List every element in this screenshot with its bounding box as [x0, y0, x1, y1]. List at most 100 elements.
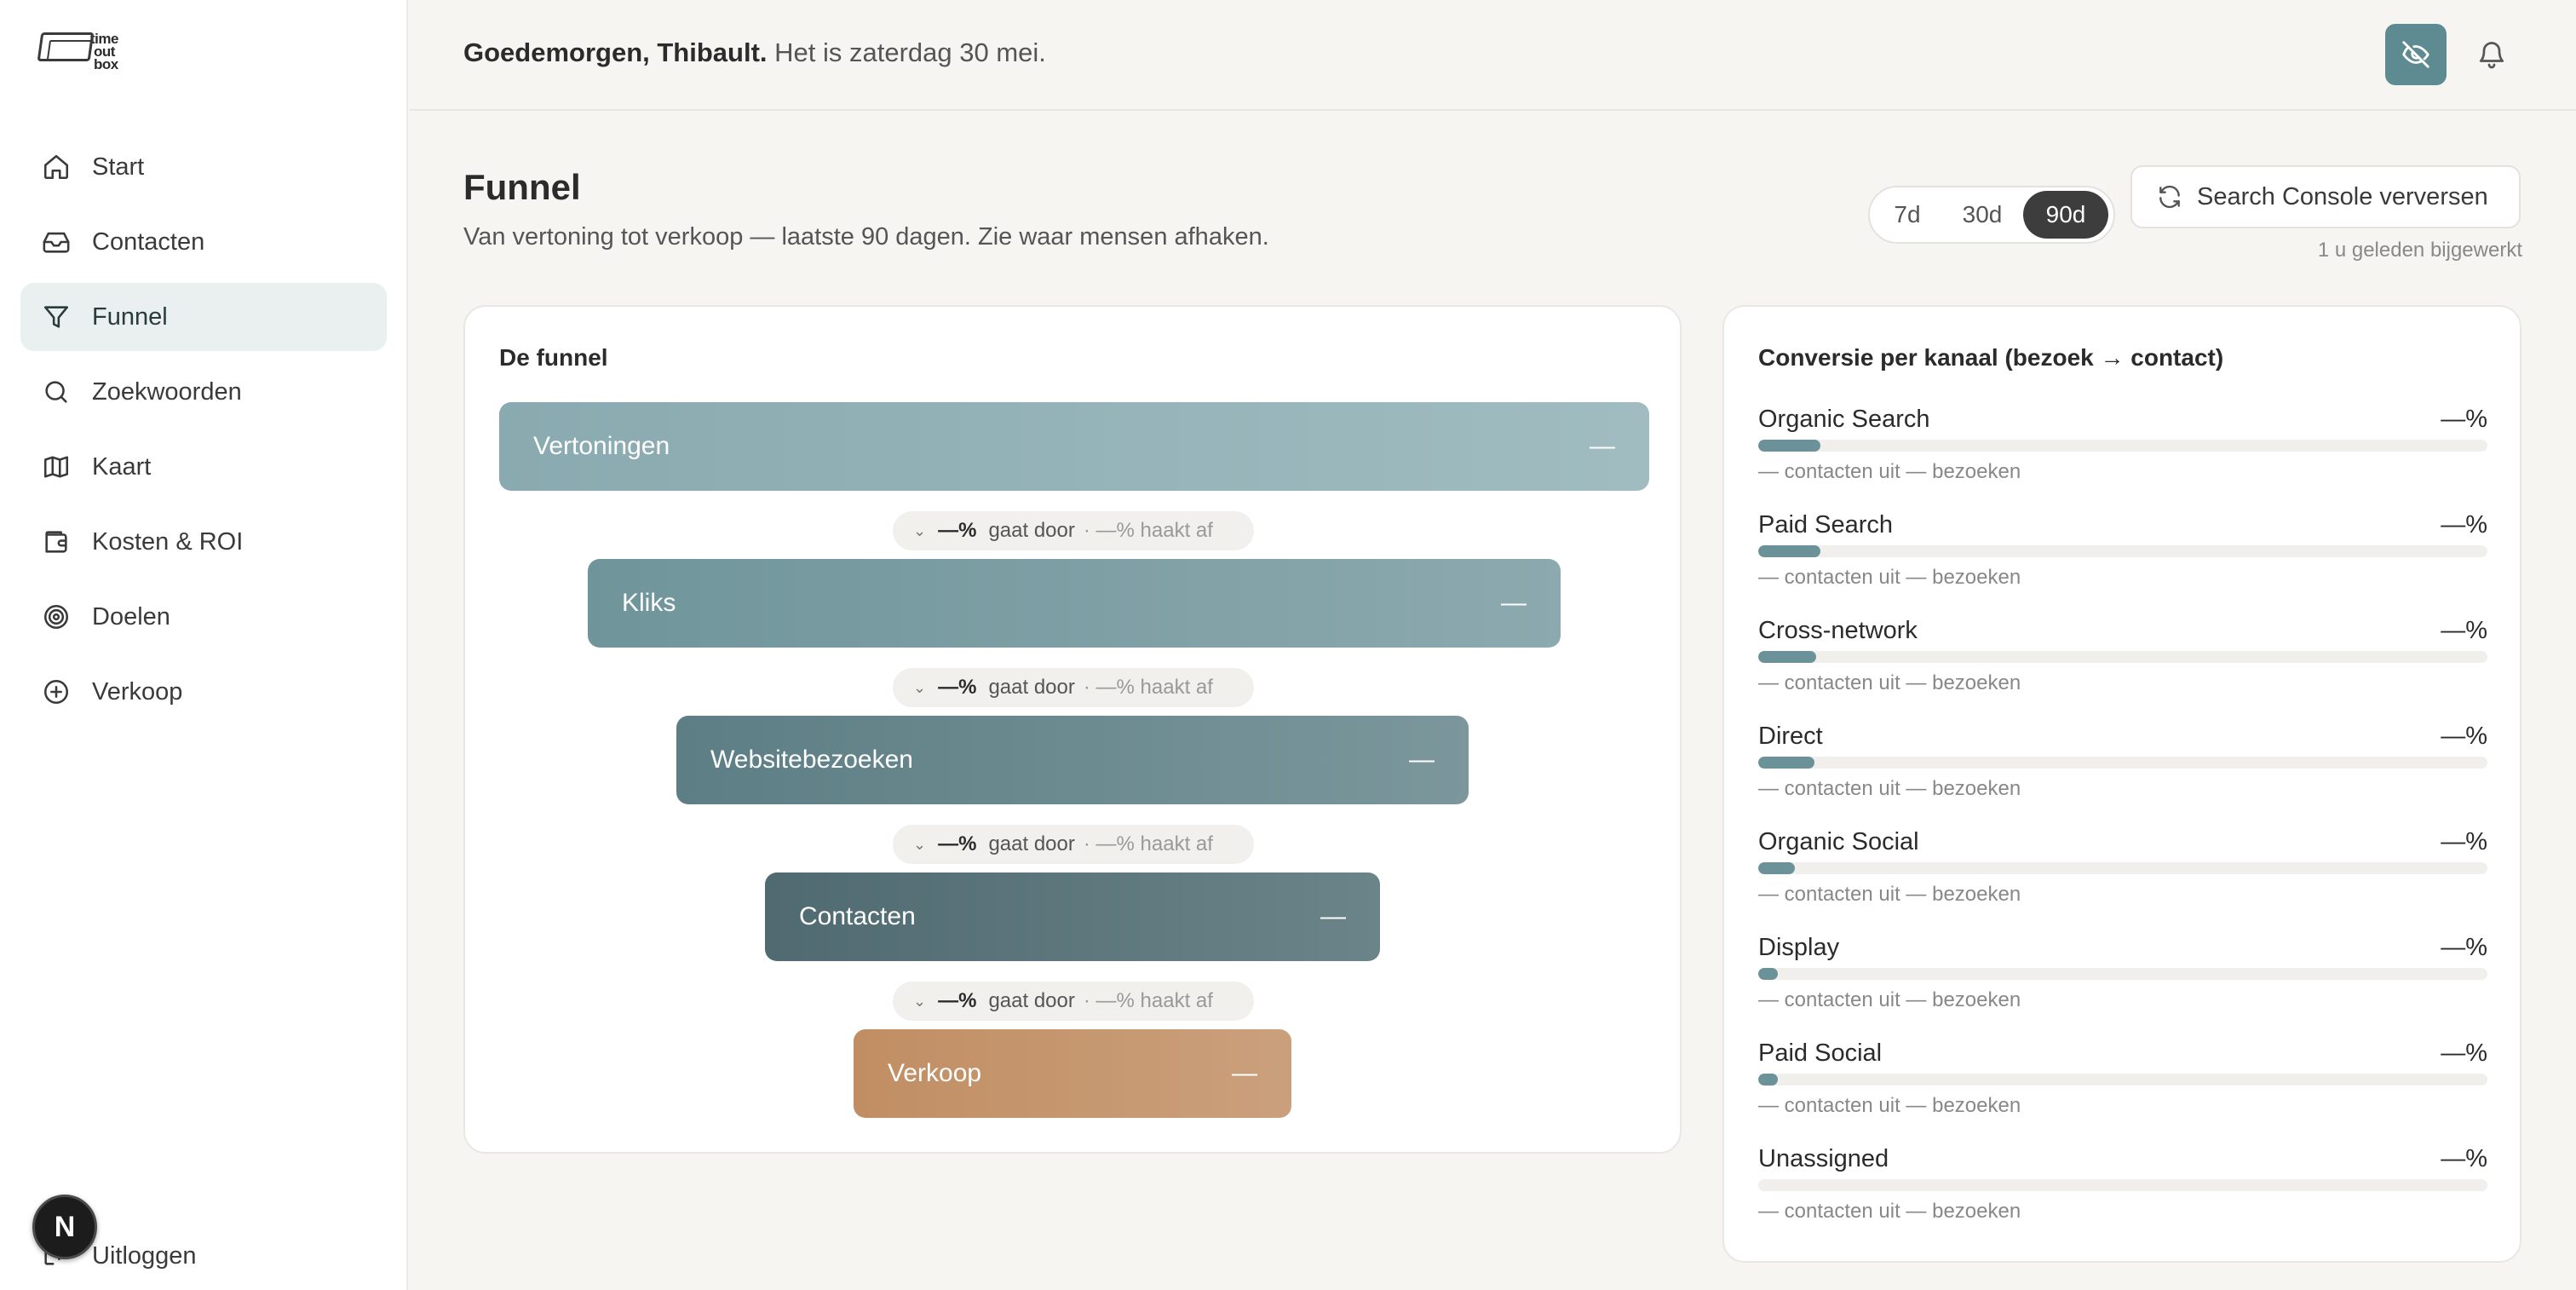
- chevron-down-icon: ⌄: [913, 678, 927, 696]
- sidebar-item-label: Funnel: [92, 302, 168, 331]
- funnel-card-title: De funnel: [499, 344, 608, 371]
- channel-name: Display: [1758, 934, 1840, 961]
- transition-dropoff: · —% haakt af: [1083, 989, 1213, 1012]
- channel-bar: [1758, 862, 2487, 874]
- channel-bar-fill: [1758, 1074, 1779, 1086]
- channel-row: Cross-network —% — contacten uit — bezoe…: [1758, 617, 2487, 711]
- channel-row: Paid Search —% — contacten uit — bezoeke…: [1758, 511, 2487, 605]
- channel-bar: [1758, 757, 2487, 769]
- channel-bar: [1758, 968, 2487, 980]
- channel-name: Organic Search: [1758, 406, 1930, 433]
- sidebar-item-label: Doelen: [92, 602, 170, 631]
- page-title: Funnel: [463, 167, 581, 207]
- funnel-stage-websitebezoeken[interactable]: Websitebezoeken —: [676, 716, 1469, 804]
- sidebar-item-verkoop[interactable]: Verkoop: [20, 658, 387, 726]
- stage-label: Contacten: [799, 902, 916, 930]
- channel-bar-fill: [1758, 545, 1820, 557]
- hide-values-button[interactable]: [2385, 24, 2447, 85]
- channel-row: Display —% — contacten uit — bezoeken: [1758, 934, 2487, 1028]
- range-90d-option[interactable]: 90d: [2023, 191, 2108, 239]
- chevron-down-icon: ⌄: [913, 835, 927, 853]
- transition-percent: —%: [938, 676, 977, 699]
- stage-value: —: [1320, 902, 1346, 930]
- conversion-per-channel-card: Conversie per kanaal (bezoek → contact) …: [1722, 305, 2521, 1263]
- funnel-stage-contacten[interactable]: Contacten —: [765, 872, 1380, 961]
- sidebar-item-label: Verkoop: [92, 677, 183, 705]
- funnel-transition[interactable]: ⌄ —% gaat door · —% haakt af: [893, 982, 1254, 1021]
- funnel-transition[interactable]: ⌄ —% gaat door · —% haakt af: [893, 511, 1254, 550]
- date-range-toggle: 7d 30d 90d: [1868, 186, 2115, 244]
- filter-icon: [41, 302, 72, 332]
- channel-name: Unassigned: [1758, 1145, 1889, 1172]
- sidebar-item-funnel[interactable]: Funnel: [20, 283, 387, 351]
- sidebar-item-label: Kaart: [92, 452, 152, 481]
- channel-bar-fill: [1758, 440, 1820, 452]
- transition-percent: —%: [938, 832, 977, 855]
- transition-dropoff: · —% haakt af: [1083, 519, 1213, 542]
- channel-bar: [1758, 1074, 2487, 1086]
- sidebar-item-doelen[interactable]: Doelen: [20, 583, 387, 651]
- greeting: Goedemorgen, Thibault. Het is zaterdag 3…: [463, 37, 1046, 68]
- transition-dropoff: · —% haakt af: [1083, 832, 1213, 855]
- sidebar-item-zoekwoorden[interactable]: Zoekwoorden: [20, 358, 387, 426]
- channel-percent: —%: [2441, 934, 2487, 961]
- stage-label: Kliks: [622, 589, 676, 617]
- range-30d-option[interactable]: 30d: [1941, 191, 2023, 239]
- conversion-card-title: Conversie per kanaal (bezoek → contact): [1758, 344, 2224, 371]
- channel-percent: —%: [2441, 617, 2487, 644]
- notifications-button[interactable]: [2461, 24, 2522, 85]
- sidebar-item-label: Kosten & ROI: [92, 527, 244, 556]
- funnel-stage-vertoningen[interactable]: Vertoningen —: [499, 402, 1649, 491]
- transition-continues: gaat door: [988, 832, 1075, 855]
- channel-row: Organic Search —% — contacten uit — bezo…: [1758, 406, 2487, 499]
- funnel-stage-kliks[interactable]: Kliks —: [588, 559, 1561, 648]
- sidebar-item-start[interactable]: Start: [20, 133, 387, 201]
- channel-row: Unassigned —% — contacten uit — bezoeken: [1758, 1145, 2487, 1239]
- channel-meta: — contacten uit — bezoeken: [1758, 777, 2021, 800]
- channel-percent: —%: [2441, 511, 2487, 538]
- channel-name: Cross-network: [1758, 617, 1918, 644]
- channel-row: Direct —% — contacten uit — bezoeken: [1758, 723, 2487, 816]
- channel-percent: —%: [2441, 1145, 2487, 1172]
- map-icon: [41, 452, 72, 482]
- top-bar: Goedemorgen, Thibault. Het is zaterdag 3…: [410, 0, 2576, 111]
- stage-label: Vertoningen: [533, 432, 670, 460]
- avatar[interactable]: N: [32, 1195, 97, 1259]
- page-subtitle: Van vertoning tot verkoop — laatste 90 d…: [463, 223, 1269, 251]
- funnel-stage-verkoop[interactable]: Verkoop —: [854, 1029, 1291, 1118]
- channel-percent: —%: [2441, 723, 2487, 750]
- plus-circle-icon: [41, 677, 72, 707]
- channel-row: Paid Social —% — contacten uit — bezoeke…: [1758, 1039, 2487, 1133]
- channel-row: Organic Social —% — contacten uit — bezo…: [1758, 828, 2487, 922]
- logout-label: Uitloggen: [92, 1241, 197, 1270]
- channel-meta: — contacten uit — bezoeken: [1758, 883, 2021, 906]
- refresh-search-console-button[interactable]: Search Console verversen: [2130, 165, 2521, 228]
- sidebar-item-label: Start: [92, 153, 145, 181]
- logo-box-icon: [37, 32, 95, 61]
- channel-meta: — contacten uit — bezoeken: [1758, 1200, 2021, 1223]
- sidebar-item-contacten[interactable]: Contacten: [20, 208, 387, 276]
- logo-text-line: box: [94, 56, 118, 72]
- channel-meta: — contacten uit — bezoeken: [1758, 460, 2021, 483]
- logo[interactable]: time out box: [37, 29, 118, 72]
- channel-bar-fill: [1758, 968, 1779, 980]
- channel-bar-fill: [1758, 862, 1795, 874]
- funnel-transition[interactable]: ⌄ —% gaat door · —% haakt af: [893, 668, 1254, 707]
- chevron-down-icon: ⌄: [913, 521, 927, 539]
- funnel-transition[interactable]: ⌄ —% gaat door · —% haakt af: [893, 825, 1254, 864]
- inbox-icon: [41, 227, 72, 257]
- sidebar-item-kaart[interactable]: Kaart: [20, 433, 387, 501]
- channel-bar-fill: [1758, 757, 1814, 769]
- range-7d-option[interactable]: 7d: [1873, 191, 1941, 239]
- funnel-card: De funnel Vertoningen — ⌄ —% gaat door ·…: [463, 305, 1682, 1154]
- transition-continues: gaat door: [988, 989, 1075, 1012]
- target-icon: [41, 602, 72, 632]
- channel-name: Paid Search: [1758, 511, 1893, 538]
- last-updated-text: 1 u geleden bijgewerkt: [2317, 239, 2522, 262]
- sidebar-item-kosten-roi[interactable]: Kosten & ROI: [20, 508, 387, 576]
- channel-name: Paid Social: [1758, 1039, 1883, 1067]
- sidebar-nav: Start Contacten Funnel Zoekwoorden Kaart: [20, 133, 387, 733]
- channel-meta: — contacten uit — bezoeken: [1758, 1094, 2021, 1117]
- channel-meta: — contacten uit — bezoeken: [1758, 566, 2021, 589]
- chevron-down-icon: ⌄: [913, 992, 927, 1010]
